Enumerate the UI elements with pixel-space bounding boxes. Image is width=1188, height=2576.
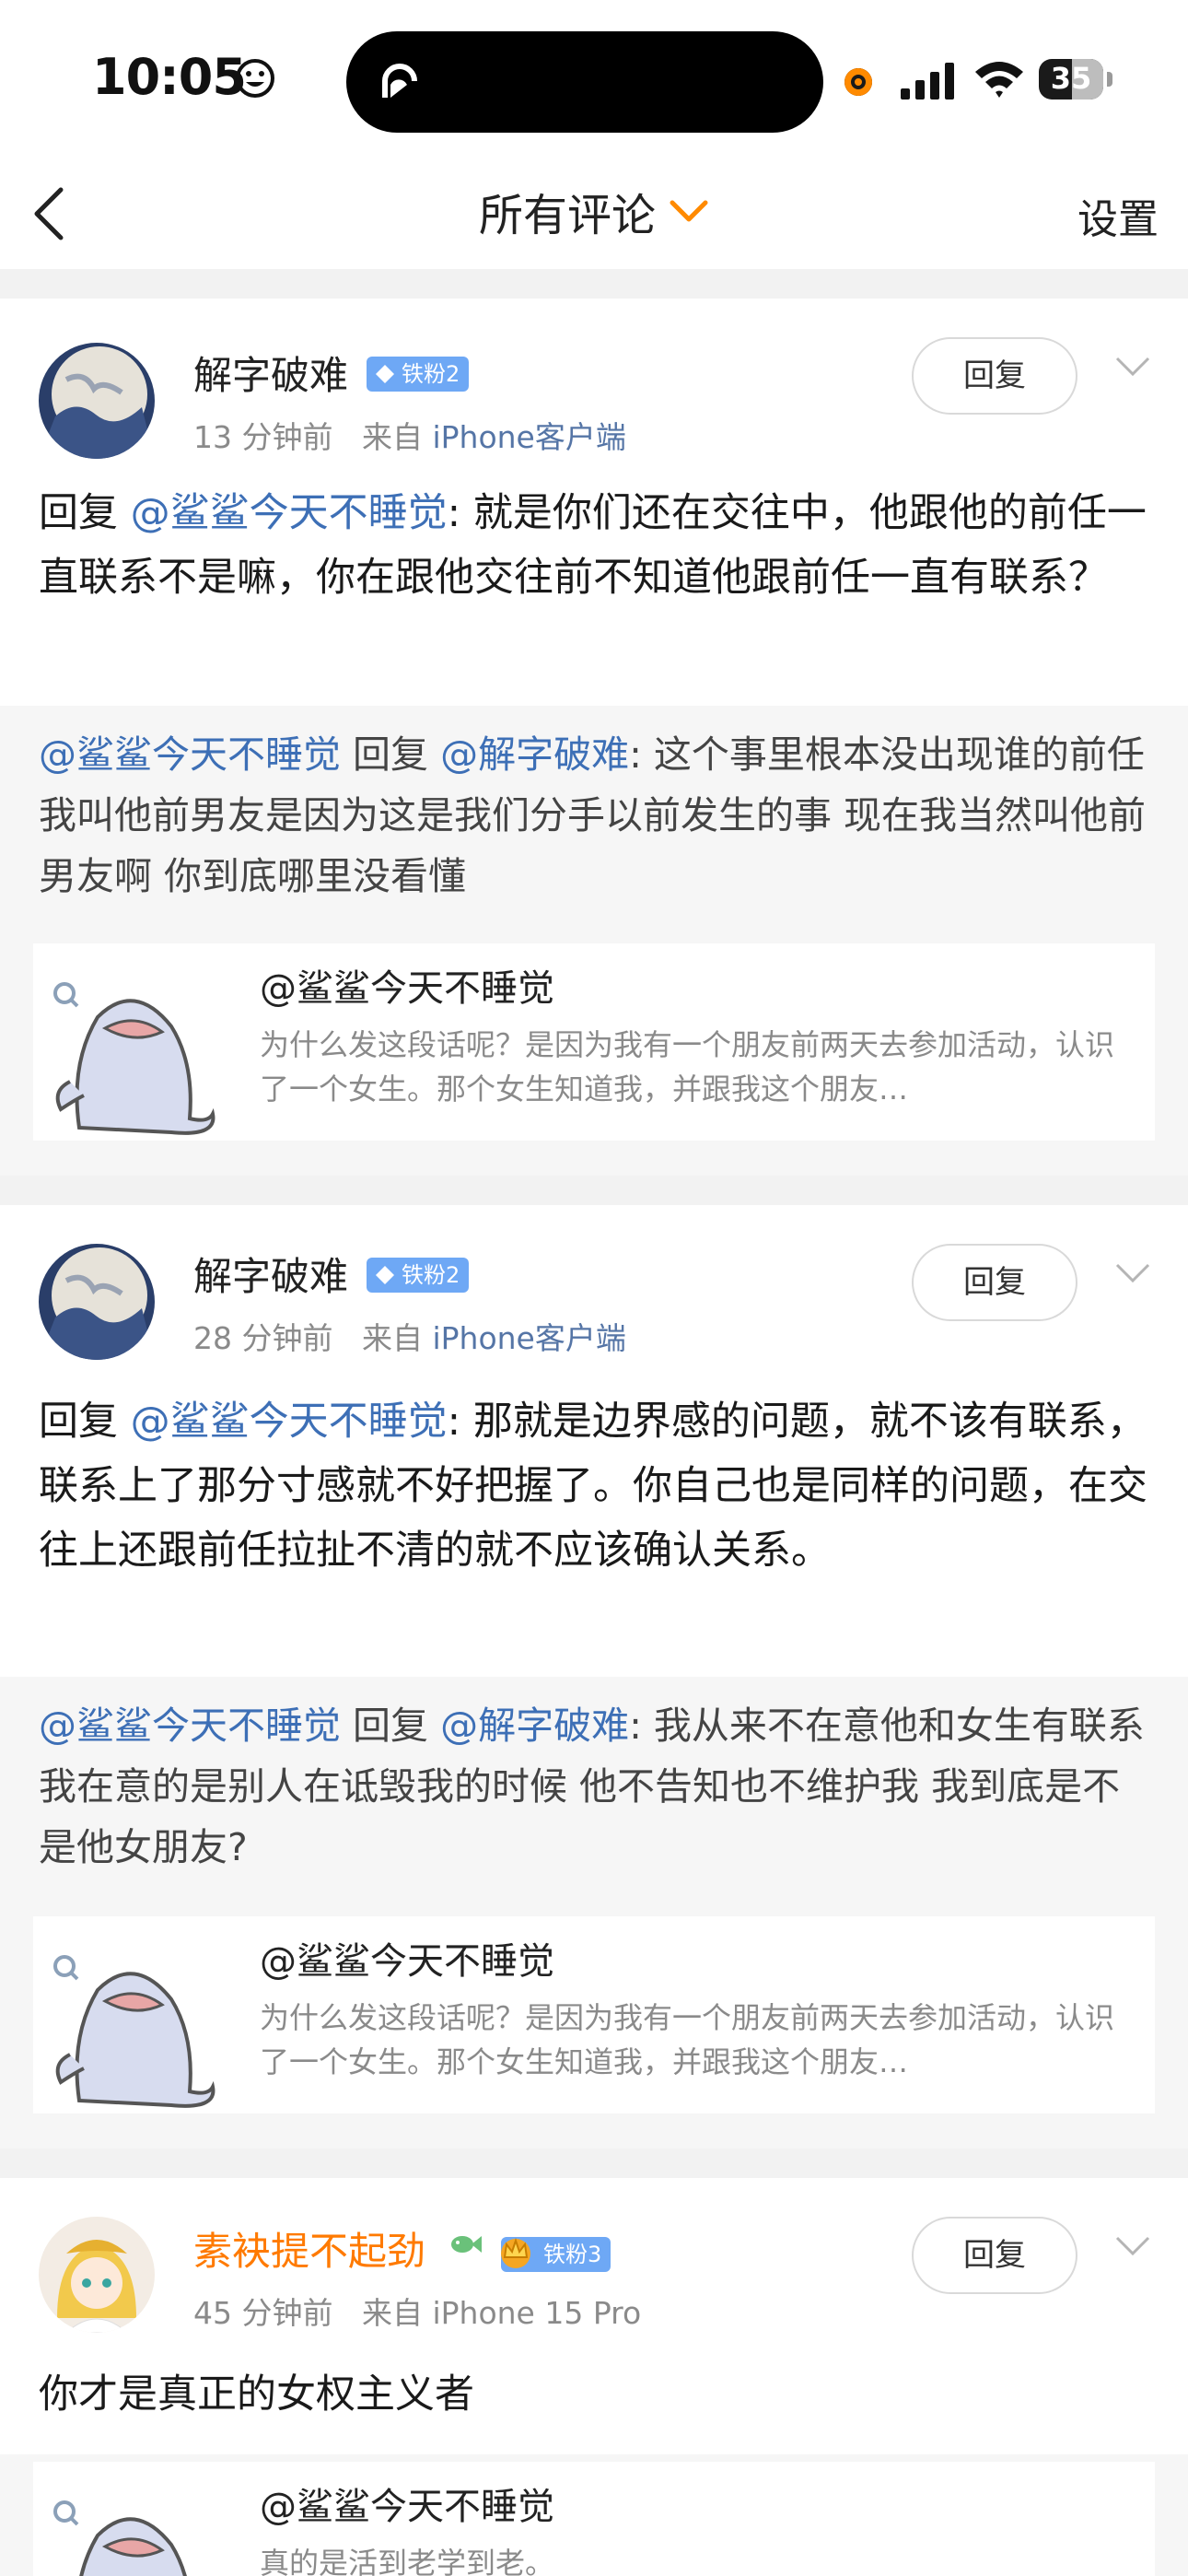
username[interactable]: 解字破难	[193, 345, 348, 401]
source-prefix: 来自	[361, 419, 423, 455]
comment-time: 45 分钟前	[193, 2295, 333, 2331]
original-post-card[interactable]: @鲨鲨今天不睡觉 为什么发这段话呢？是因为我有一个朋友前两天去参加活动，认识了一…	[33, 943, 1155, 1141]
source-prefix: 来自	[361, 1320, 423, 1356]
username[interactable]: 解字破难	[193, 1246, 348, 1302]
chevron-down-icon	[670, 200, 708, 222]
shark-thumbnail	[33, 943, 230, 1141]
reply-button[interactable]: 回复	[912, 337, 1077, 415]
settings-button[interactable]: 设置	[1077, 186, 1159, 245]
quoted-text: @鲨鲨今天不睡觉 回复 @解字破难: 这个事里根本没出现谁的前任 我叫他前男友是…	[39, 724, 1153, 907]
original-snippet: 为什么发这段话呢？是因为我有一个朋友前两天去参加活动，认识了一个女生。那个女生知…	[260, 1027, 1115, 1107]
reply-button[interactable]: 回复	[912, 1244, 1077, 1321]
nav-bar: 所有评论 设置	[0, 158, 1188, 269]
comment-meta: 45 分钟前 来自 iPhone 15 Pro	[193, 2289, 641, 2333]
username[interactable]: 素袂提不起劲	[193, 2220, 425, 2277]
original-snippet: 为什么发这段话呢？是因为我有一个朋友前两天去参加活动，认识了一个女生。那个女生知…	[260, 2000, 1115, 2079]
comment-body: 回复 @鲨鲨今天不睡觉: 就是你们还在交往中，他跟他的前任一直联系不是嘛，你在跟…	[39, 481, 1153, 610]
chevron-down-icon[interactable]	[1114, 2235, 1151, 2257]
quoted-reply[interactable]: @鲨鲨今天不睡觉 回复 @解字破难: 我从来不在意他和女生有联系 我在意的是别人…	[0, 1677, 1188, 2149]
battery-level: 35	[1050, 61, 1092, 96]
nav-title-dropdown[interactable]: 所有评论	[0, 179, 1188, 243]
smiley-icon	[236, 59, 274, 98]
avatar[interactable]	[39, 343, 155, 459]
comment-time: 13 分钟前	[193, 419, 333, 455]
crown-icon	[501, 2237, 530, 2268]
section-divider	[0, 269, 1188, 299]
fish-icon	[451, 2236, 482, 2253]
mention-link[interactable]: @鲨鲨今天不睡觉	[39, 732, 341, 777]
badge-label: 铁粉2	[402, 1262, 460, 1288]
badge-label: 铁粉3	[543, 2242, 602, 2267]
battery-icon: 35	[1039, 59, 1103, 100]
mention-link[interactable]: @解字破难	[440, 732, 629, 777]
section-divider	[0, 1176, 1188, 1205]
mention-link[interactable]: @鲨鲨今天不睡觉	[131, 1399, 448, 1445]
fan-badge[interactable]: 铁粉2	[367, 357, 470, 392]
diamond-icon	[376, 365, 394, 383]
original-post-card[interactable]: @鲨鲨今天不睡觉 为什么发这段话呢？是因为我有一个朋友前两天去参加活动，认识了一…	[33, 1916, 1155, 2113]
comment-source: iPhone 15 Pro	[432, 2295, 642, 2331]
quoted-text: @鲨鲨今天不睡觉 回复 @解字破难: 我从来不在意他和女生有联系 我在意的是别人…	[39, 1695, 1153, 1878]
original-author: @鲨鲨今天不睡觉	[260, 1940, 554, 1983]
comment-body: 回复 @鲨鲨今天不睡觉: 那就是边界感的问题，就不该有联系，联系上了那分寸感就不…	[39, 1389, 1153, 1583]
comment-source[interactable]: iPhone客户端	[432, 1320, 625, 1356]
fan-badge[interactable]: 铁粉2	[367, 1258, 470, 1293]
chevron-down-icon[interactable]	[1114, 356, 1151, 378]
activity-icon	[382, 64, 417, 98]
page-title: 所有评论	[478, 190, 656, 241]
chevron-down-icon[interactable]	[1114, 1262, 1151, 1284]
signal-icon	[901, 63, 954, 100]
reply-prefix: 回复	[39, 490, 131, 536]
comment-body: 你才是真正的女权主义者	[39, 2362, 1153, 2427]
avatar[interactable]	[39, 2217, 155, 2333]
quote-reply-word: 回复	[341, 732, 441, 777]
comment-time: 28 分钟前	[193, 1320, 333, 1356]
status-time: 10:05	[92, 48, 247, 106]
badge-label: 铁粉2	[402, 361, 460, 387]
original-author: @鲨鲨今天不睡觉	[260, 967, 554, 1010]
comment-card: 解字破难 铁粉2 28 分钟前 来自 iPhone客户端 回复 回复 @鲨鲨今天…	[0, 1205, 1188, 2149]
mention-link[interactable]: @鲨鲨今天不睡觉	[131, 490, 448, 536]
section-divider	[0, 2149, 1188, 2178]
reply-button[interactable]: 回复	[912, 2217, 1077, 2294]
reply-prefix: 回复	[39, 1399, 131, 1445]
quoted-reply[interactable]: @鲨鲨今天不睡觉 回复 @解字破难: 这个事里根本没出现谁的前任 我叫他前男友是…	[0, 706, 1188, 1176]
comment-meta: 13 分钟前 来自 iPhone客户端	[193, 413, 626, 457]
fan-badge[interactable]: 铁粉3	[501, 2237, 611, 2272]
comment-card: 素袂提不起劲 铁粉3 45 分钟前 来自 iPhone 15 Pro 回复 你才…	[0, 2178, 1188, 2576]
avatar[interactable]	[39, 1244, 155, 1360]
source-prefix: 来自	[361, 2295, 423, 2331]
recording-dot-icon	[844, 68, 872, 96]
shark-thumbnail	[33, 1916, 230, 2113]
original-snippet: 真的是活到老学到老。	[260, 2546, 555, 2576]
wifi-icon	[975, 62, 1023, 98]
shark-thumbnail	[33, 2462, 230, 2576]
status-bar: 10:05 35	[0, 0, 1188, 158]
comment-meta: 28 分钟前 来自 iPhone客户端	[193, 1314, 626, 1358]
mention-link[interactable]: @鲨鲨今天不睡觉	[39, 1704, 341, 1748]
original-post-card[interactable]: @鲨鲨今天不睡觉 真的是活到老学到老。	[33, 2462, 1155, 2576]
comment-source[interactable]: iPhone客户端	[432, 419, 625, 455]
quoted-reply[interactable]: @鲨鲨今天不睡觉 真的是活到老学到老。	[0, 2454, 1188, 2576]
diamond-icon	[376, 1266, 394, 1284]
comment-card: 解字破难 铁粉2 13 分钟前 来自 iPhone客户端 回复 回复 @鲨鲨今天…	[0, 299, 1188, 1176]
quote-reply-word: 回复	[341, 1704, 441, 1748]
mention-link[interactable]: @解字破难	[440, 1704, 629, 1748]
comment-text: 你才是真正的女权主义者	[39, 2371, 474, 2418]
original-author: @鲨鲨今天不睡觉	[260, 2486, 554, 2528]
